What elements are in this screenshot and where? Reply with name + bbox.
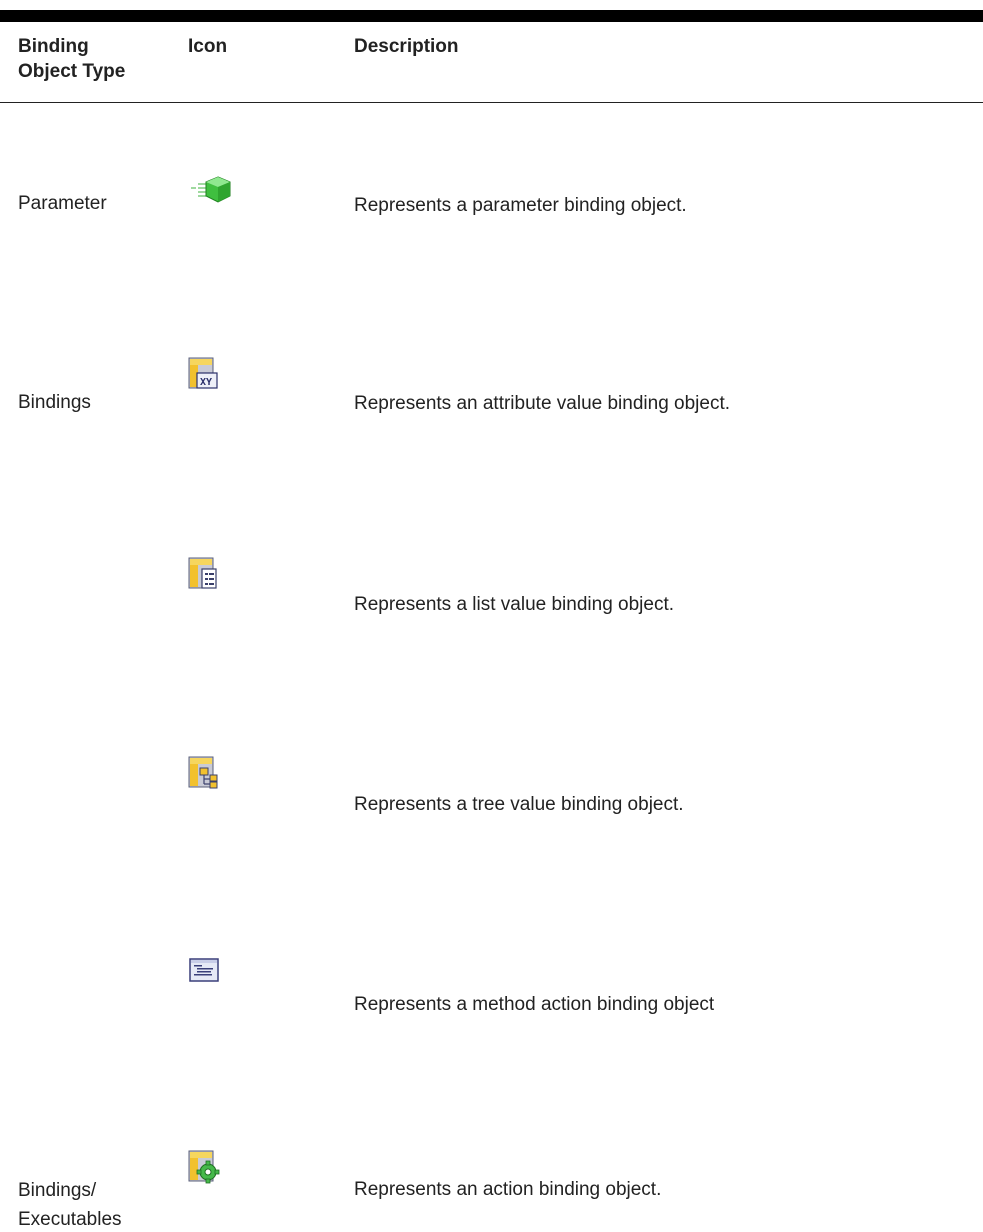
binding-description: Represents a parameter binding object.: [354, 195, 687, 216]
header-description: Description: [354, 36, 459, 57]
parameter-binding-icon: [188, 175, 242, 211]
binding-type-cell: Parameter: [18, 191, 107, 216]
binding-description: Represents an attribute value binding ob…: [354, 393, 731, 414]
svg-text:XY: XY: [200, 377, 212, 388]
table-header: Binding Object Type Icon Description: [0, 34, 983, 103]
tree-value-binding-icon: [188, 756, 242, 792]
list-value-binding-icon: [188, 557, 242, 593]
attribute-value-binding-icon: XY: [188, 357, 242, 393]
binding-type-cell: Bindings: [18, 390, 91, 415]
binding-type-line1: Bindings/: [18, 1180, 97, 1201]
method-action-binding-icon: [188, 956, 242, 992]
binding-type-line2: Executables: [18, 1209, 122, 1230]
binding-description: Represents a method action binding objec…: [354, 994, 715, 1015]
header-type-line2: Object Type: [18, 61, 126, 82]
binding-description: Represents an action binding object.: [354, 1179, 662, 1200]
binding-description: Represents a tree value binding object.: [354, 794, 684, 815]
header-type-line1: Binding: [18, 36, 89, 57]
action-binding-icon: [188, 1150, 242, 1186]
binding-type-line1: Parameter: [18, 193, 107, 214]
binding-type-line1: Bindings: [18, 392, 91, 413]
binding-description: Represents a list value binding object.: [354, 594, 675, 615]
header-binding-object-type: Binding Object Type: [18, 34, 158, 84]
table-top-rule: [0, 10, 983, 22]
header-icon: Icon: [188, 36, 228, 57]
